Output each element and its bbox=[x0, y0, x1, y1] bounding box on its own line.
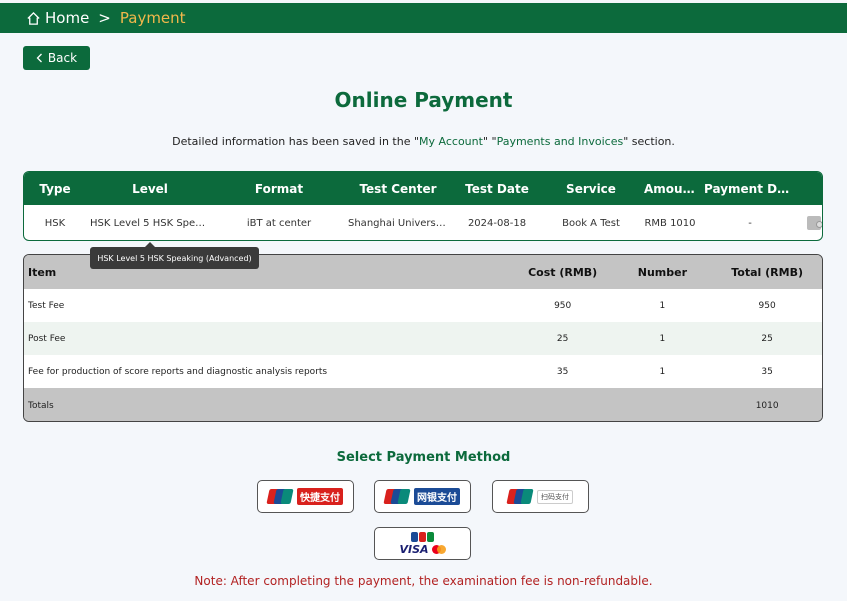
jcb-icon bbox=[410, 531, 434, 542]
info-prefix: Detailed information has been saved in t… bbox=[172, 135, 420, 148]
unionpay-icon bbox=[506, 489, 534, 504]
payments-invoices-link[interactable]: Payments and Invoices bbox=[497, 135, 624, 148]
my-account-link[interactable]: My Account bbox=[419, 135, 483, 148]
breadcrumb-current: Payment bbox=[119, 9, 186, 27]
mastercard-icon bbox=[431, 544, 446, 554]
header-total: Total (RMB) bbox=[731, 265, 804, 279]
fee-item: Fee for production of score reports and … bbox=[28, 366, 328, 377]
fee-number: 1 bbox=[659, 366, 666, 377]
fee-cost: 950 bbox=[554, 300, 572, 311]
online-banking-label: 网银支付 bbox=[414, 488, 460, 505]
breadcrumb-separator: > bbox=[98, 9, 111, 27]
fee-table: Item Cost (RMB) Number Total (RMB) Test … bbox=[23, 254, 823, 422]
details-icon[interactable] bbox=[807, 216, 822, 230]
fee-total: 35 bbox=[761, 366, 773, 377]
qr-pay-button[interactable]: 扫码支付 bbox=[492, 480, 589, 513]
header-payment-date: Payment Date bbox=[704, 181, 800, 196]
qr-pay-label: 扫码支付 bbox=[537, 489, 573, 504]
info-suffix: " section. bbox=[623, 135, 675, 148]
breadcrumb-home[interactable]: Home bbox=[26, 9, 89, 27]
totals-row: Totals 1010 bbox=[24, 388, 822, 421]
unionpay-icon bbox=[266, 489, 294, 504]
fee-number: 1 bbox=[659, 300, 666, 311]
chevron-left-icon bbox=[36, 53, 42, 63]
header-cost: Cost (RMB) bbox=[528, 265, 598, 279]
header-number: Number bbox=[637, 265, 688, 279]
table-row: Fee for production of score reports and … bbox=[24, 355, 822, 388]
cell-test-center[interactable]: Shanghai University Test Center bbox=[344, 218, 452, 229]
fee-number: 1 bbox=[659, 333, 666, 344]
cell-test-date: 2024-08-18 bbox=[467, 217, 527, 229]
visa-icon: VISA bbox=[399, 542, 429, 556]
cell-service: Book A Test bbox=[562, 217, 620, 229]
header-amount: Amount bbox=[644, 181, 697, 196]
fee-item: Test Fee bbox=[28, 300, 65, 311]
back-button[interactable]: Back bbox=[23, 46, 90, 70]
online-banking-button[interactable]: 网银支付 bbox=[374, 480, 471, 513]
header-format: Format bbox=[254, 181, 304, 196]
cell-level[interactable]: HSK Level 5 HSK Speaking (Advanced) bbox=[86, 218, 214, 229]
cell-payment-date: - bbox=[748, 217, 752, 229]
quick-pay-button[interactable]: 快捷支付 bbox=[257, 480, 354, 513]
cell-amount: RMB 1010 bbox=[644, 217, 696, 229]
page-title: Online Payment bbox=[334, 88, 513, 112]
fee-total: 950 bbox=[758, 300, 776, 311]
fee-cost: 25 bbox=[556, 333, 569, 344]
refund-note: Note: After completing the payment, the … bbox=[194, 574, 653, 588]
info-middle: " " bbox=[482, 135, 497, 148]
totals-label: Totals bbox=[28, 400, 54, 411]
totals-value: 1010 bbox=[755, 400, 779, 411]
fee-total: 25 bbox=[761, 333, 773, 344]
order-table-header: Type Level Format Test Center Test Date … bbox=[24, 172, 822, 205]
header-level: Level bbox=[132, 181, 168, 196]
cell-format: iBT at center bbox=[246, 217, 312, 229]
table-row: Test Fee 950 1 950 bbox=[24, 289, 822, 322]
card-pay-button[interactable]: VISA bbox=[374, 527, 471, 560]
top-nav-bar: Home > Payment bbox=[0, 3, 847, 33]
payment-method-title: Select Payment Method bbox=[336, 450, 511, 465]
unionpay-icon bbox=[383, 489, 411, 504]
fee-item: Post Fee bbox=[28, 333, 66, 344]
table-row: Post Fee 25 1 25 bbox=[24, 322, 822, 355]
fee-cost: 35 bbox=[556, 366, 569, 377]
header-test-center: Test Center bbox=[359, 181, 437, 196]
quick-pay-label: 快捷支付 bbox=[297, 488, 343, 505]
header-service: Service bbox=[566, 181, 616, 196]
header-test-date: Test Date bbox=[465, 181, 529, 196]
breadcrumb-home-label[interactable]: Home bbox=[45, 9, 89, 27]
visa-mastercard-logos: VISA bbox=[399, 542, 446, 556]
order-table: Type Level Format Test Center Test Date … bbox=[23, 171, 823, 241]
info-message: Detailed information has been saved in t… bbox=[0, 135, 847, 148]
table-row: HSK HSK Level 5 HSK Speaking (Advanced) … bbox=[24, 205, 822, 240]
card-logos: VISA bbox=[399, 531, 446, 556]
header-type: Type bbox=[39, 181, 71, 196]
home-icon bbox=[27, 11, 40, 25]
level-tooltip: HSK Level 5 HSK Speaking (Advanced) bbox=[90, 242, 259, 269]
cell-type: HSK bbox=[44, 217, 66, 229]
back-button-label: Back bbox=[47, 51, 78, 65]
